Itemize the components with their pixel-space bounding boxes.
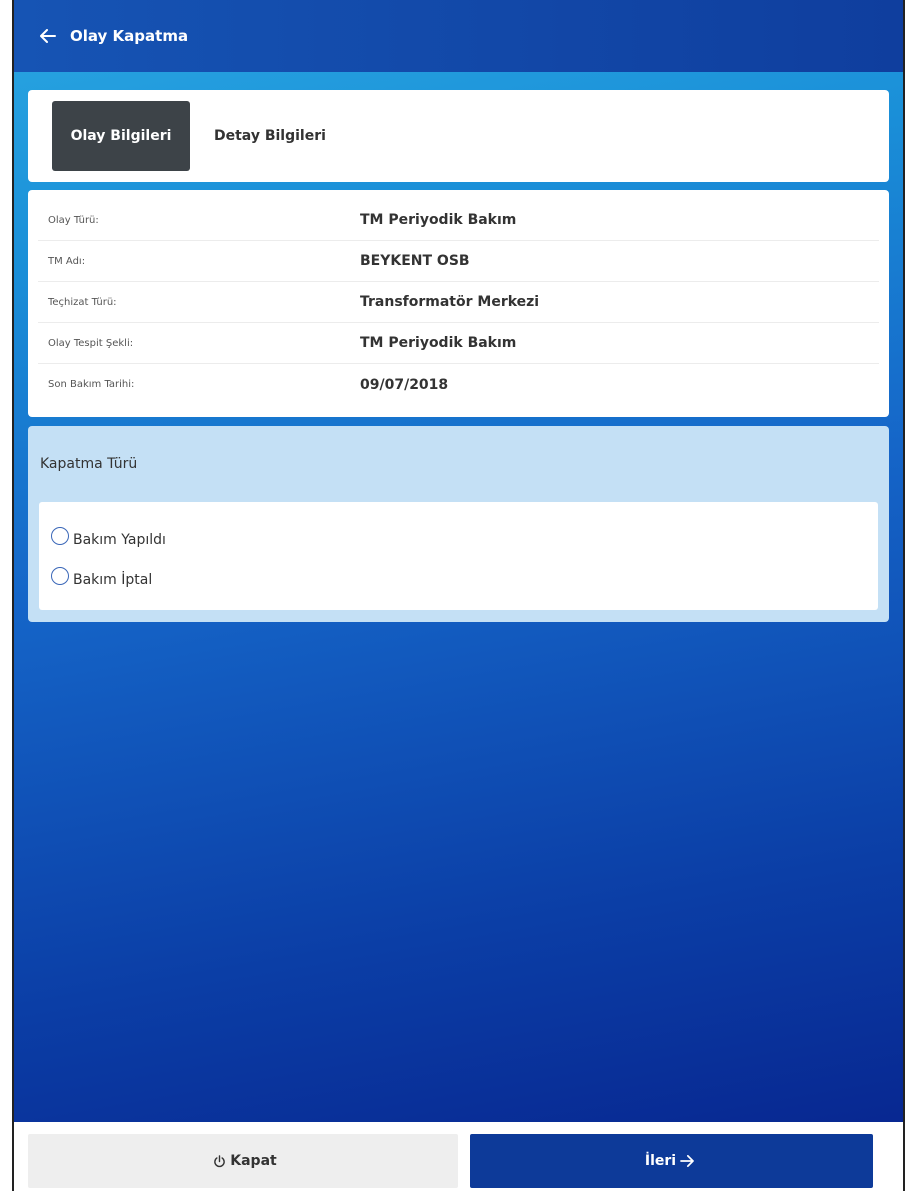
info-value: TM Periyodik Bakım bbox=[360, 335, 517, 351]
info-label: Son Bakım Tarihi: bbox=[48, 379, 135, 390]
page-title: Olay Kapatma bbox=[70, 27, 189, 45]
tab-olay-bilgileri[interactable]: Olay Bilgileri bbox=[52, 101, 190, 171]
arrow-left-icon[interactable] bbox=[38, 26, 58, 46]
info-label: Olay Türü: bbox=[48, 214, 99, 226]
option-bakim-yapildi[interactable]: Bakım Yapıldı bbox=[51, 520, 878, 560]
event-info-card: Olay Türü: TM Periyodik Bakım TM Adı: BE… bbox=[28, 190, 889, 417]
arrow-right-icon bbox=[680, 1155, 694, 1167]
option-label: Bakım İptal bbox=[73, 572, 153, 588]
info-label: Olay Tespit Şekli: bbox=[48, 337, 134, 349]
info-row: Olay Tespit Şekli: TM Periyodik Bakım bbox=[38, 323, 879, 364]
info-value: BEYKENT OSB bbox=[360, 253, 470, 269]
info-row: Son Bakım Tarihi: 09/07/2018 bbox=[38, 364, 879, 405]
radio-icon[interactable] bbox=[51, 527, 69, 545]
close-button-label: Kapat bbox=[230, 1153, 277, 1169]
tab-label: Detay Bilgileri bbox=[214, 128, 326, 144]
power-icon bbox=[213, 1154, 226, 1168]
info-label: Teçhizat Türü: bbox=[48, 296, 117, 308]
close-button[interactable]: Kapat bbox=[28, 1134, 458, 1188]
closing-type-title: Kapatma Türü bbox=[40, 456, 138, 472]
closing-options: Bakım Yapıldı Bakım İptal bbox=[39, 502, 878, 610]
tab-label: Olay Bilgileri bbox=[70, 128, 172, 144]
next-button-label: İleri bbox=[644, 1153, 677, 1169]
app-frame: Olay Kapatma Olay Bilgileri Detay Bilgil… bbox=[12, 0, 905, 1191]
app-header: Olay Kapatma bbox=[14, 0, 903, 72]
info-row: Olay Türü: TM Periyodik Bakım bbox=[38, 200, 879, 241]
option-label: Bakım Yapıldı bbox=[73, 532, 166, 548]
tabs-bar: Olay Bilgileri Detay Bilgileri bbox=[28, 90, 889, 182]
info-value: 09/07/2018 bbox=[360, 376, 449, 393]
info-row: TM Adı: BEYKENT OSB bbox=[38, 241, 879, 282]
info-value: Transformatör Merkezi bbox=[360, 294, 540, 310]
info-row: Teçhizat Türü: Transformatör Merkezi bbox=[38, 282, 879, 323]
info-value: TM Periyodik Bakım bbox=[360, 212, 517, 228]
footer-bar: Kapat İleri bbox=[14, 1122, 903, 1191]
radio-icon[interactable] bbox=[51, 567, 69, 585]
info-label: TM Adı: bbox=[48, 255, 86, 267]
tab-detay-bilgileri[interactable]: Detay Bilgileri bbox=[200, 101, 340, 171]
option-bakim-iptal[interactable]: Bakım İptal bbox=[51, 560, 878, 600]
closing-type-panel: Kapatma Türü Bakım Yapıldı Bakım İptal bbox=[28, 426, 889, 622]
next-button[interactable]: İleri bbox=[470, 1134, 873, 1188]
